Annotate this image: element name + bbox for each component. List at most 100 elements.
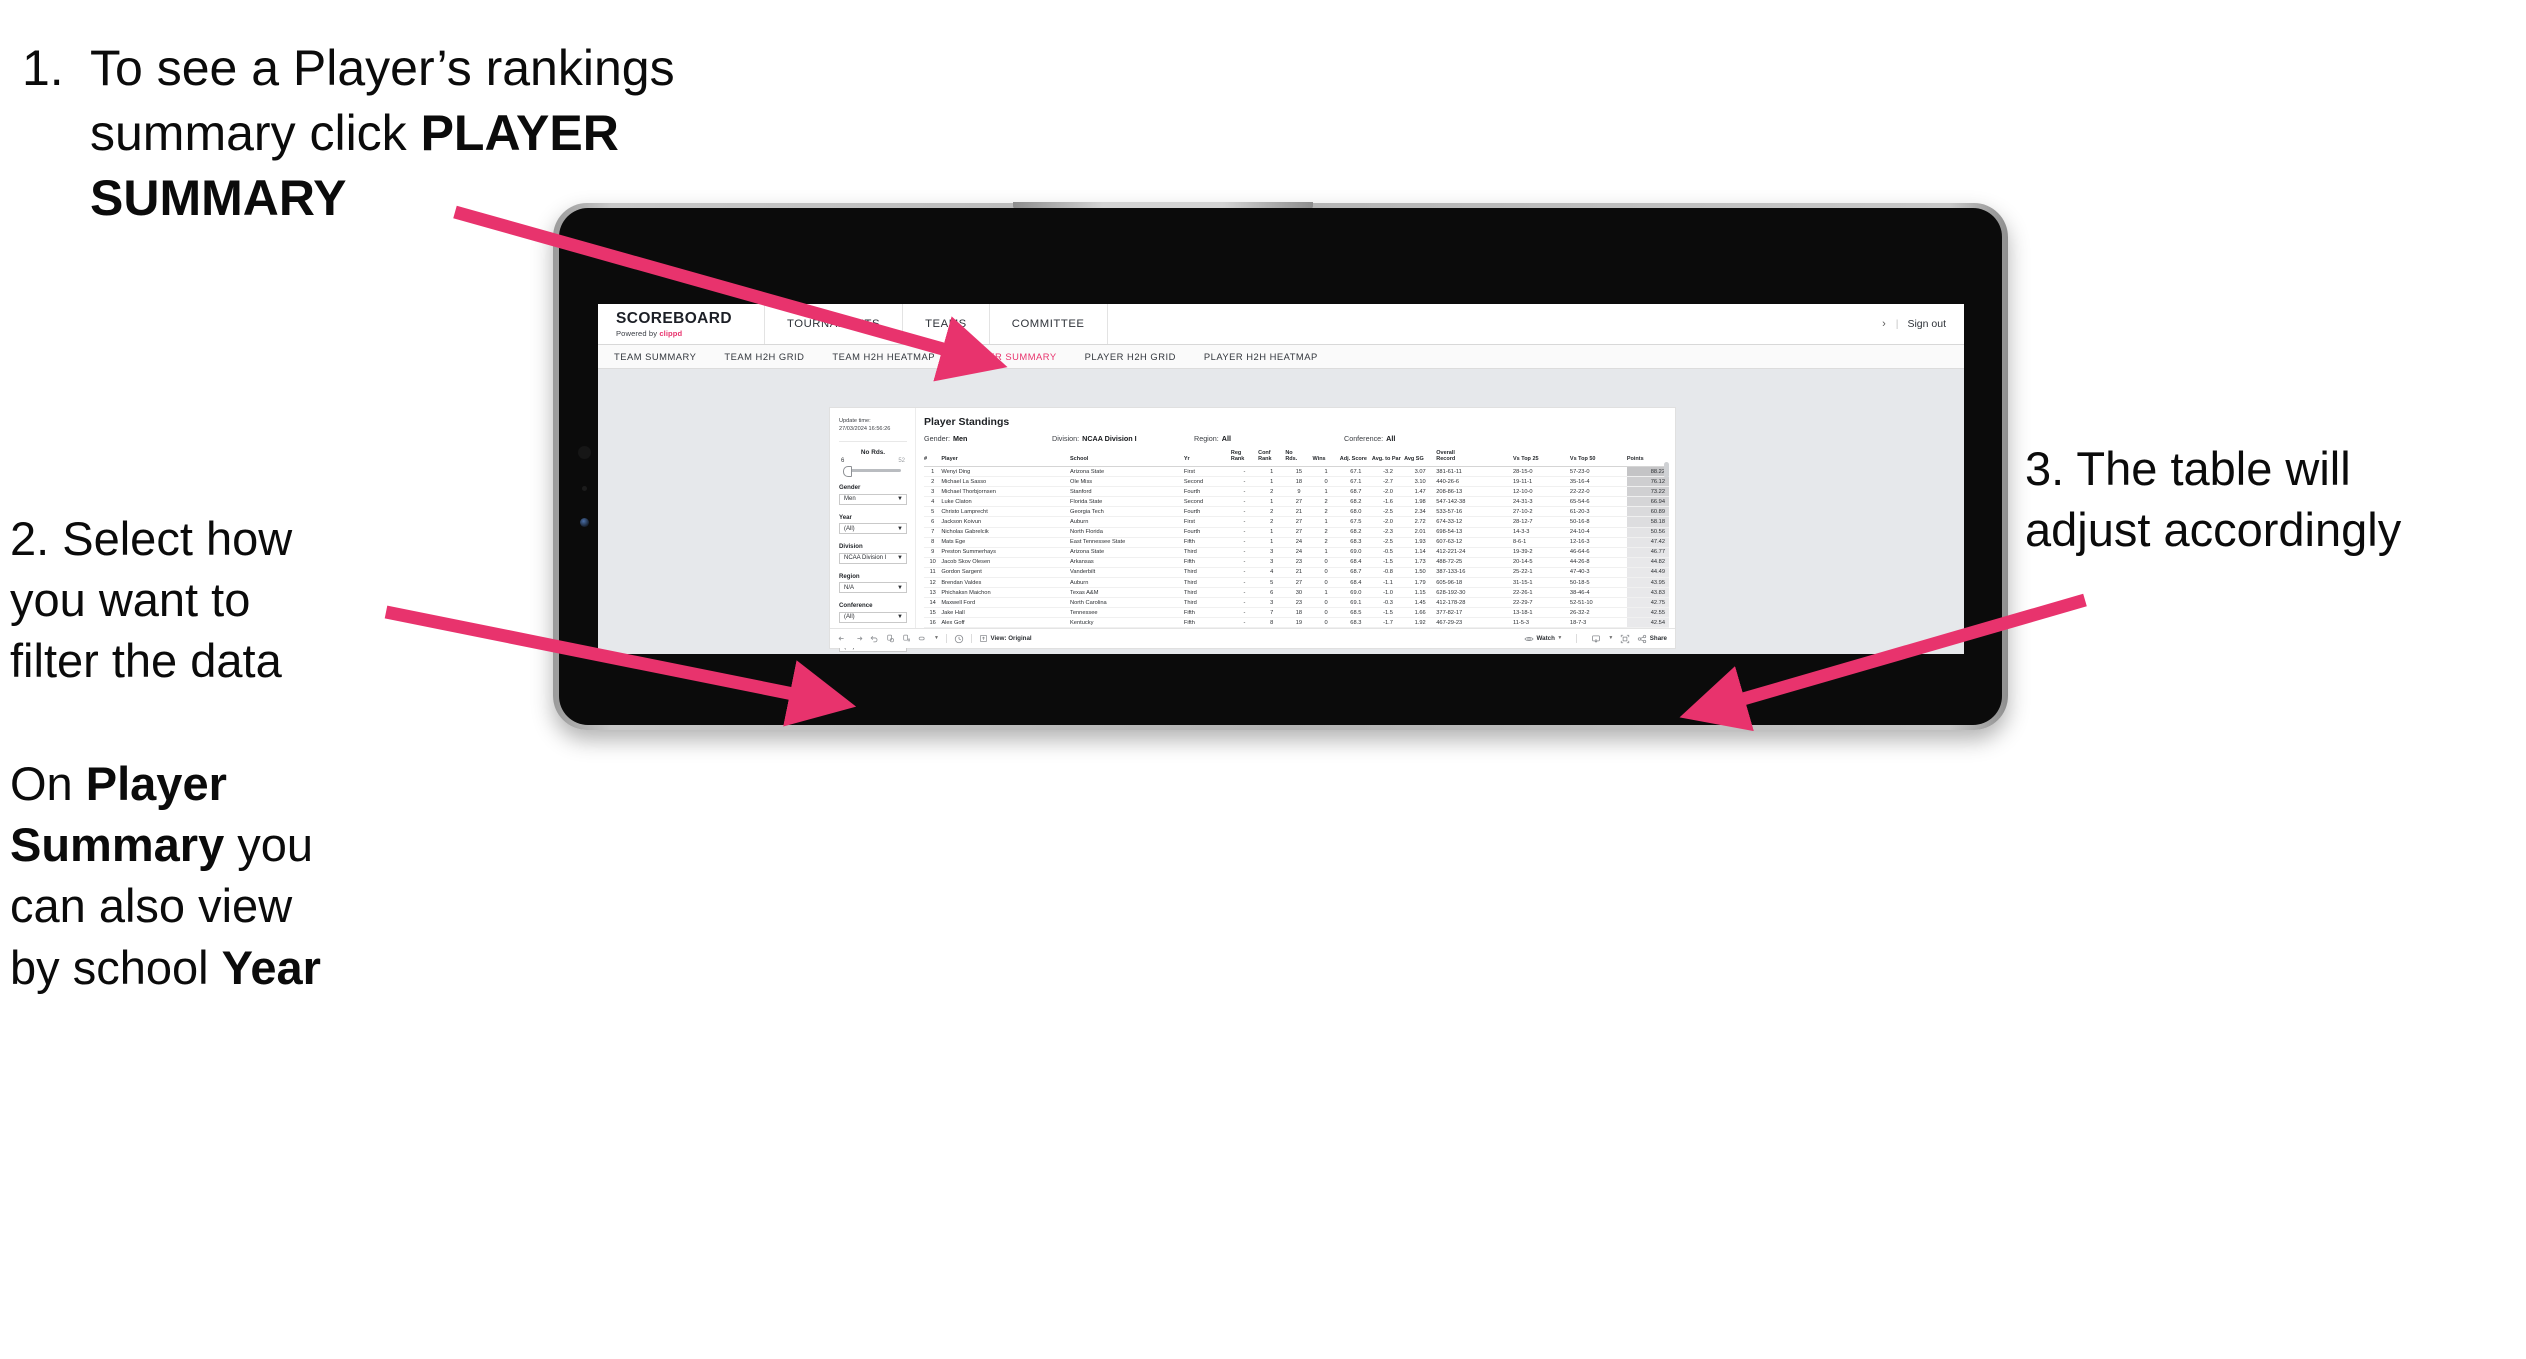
column-header-avg-to-par[interactable]: Avg. to Par	[1371, 450, 1405, 467]
column-header-conf-rank[interactable]: Conf Rank	[1258, 450, 1286, 467]
table-row[interactable]: 5 Christo Lamprecht Georgia Tech Fourth -2 21…	[924, 506, 1669, 518]
cell-stat: -1.7	[1371, 617, 1405, 628]
column-header-no-rds[interactable]: No Rds.	[1285, 450, 1313, 467]
slider-track[interactable]	[839, 465, 907, 477]
table-row[interactable]: 12 Brendan Valdes Auburn Third -5 27 0 68.4 -1.1…	[924, 577, 1669, 589]
view-original-button[interactable]: View: Original	[979, 634, 1032, 643]
table-row[interactable]: 15 Jake Hall Tennessee Fifth -7 18 0 68.5 -1.5 1.…	[924, 607, 1669, 619]
refresh-data-icon[interactable]	[886, 634, 895, 643]
column-header-yr[interactable]: Yr	[1183, 450, 1231, 467]
fullscreen-icon[interactable]	[1620, 634, 1630, 644]
cell-stat: -	[1230, 496, 1259, 508]
filter-region-select[interactable]: N/A ▼	[839, 582, 907, 594]
tab-team-h2h-heatmap[interactable]: TEAM H2H HEATMAP	[832, 351, 951, 362]
cell-stat: 6	[1258, 587, 1286, 599]
tablet-frame: SCOREBOARD Powered by clippd TOURNAMENTS…	[553, 202, 2008, 730]
table-row[interactable]: 16 Alex Goff Kentucky Fifth -8 19 0 68.3 -1.7 1.9…	[924, 617, 1669, 628]
filter-conference-select[interactable]: (All) ▼	[839, 611, 907, 623]
table-row[interactable]: 7 Nicholas Gabrelcik North Florida Fourth -1…	[924, 527, 1669, 538]
column-header-avg-sg[interactable]: Avg SG	[1404, 450, 1437, 467]
brand-logo[interactable]: SCOREBOARD Powered by clippd	[598, 304, 765, 344]
redo-icon[interactable]	[854, 634, 863, 643]
table-row[interactable]: 2 Michael La Sasso Ole Miss Second -1 18 0 67.1…	[924, 476, 1669, 488]
download-icon[interactable]	[1591, 634, 1601, 644]
cell-stat: 13-18-1	[1512, 607, 1570, 619]
cell-stat: 1	[1258, 476, 1286, 488]
table-row[interactable]: 11 Gordon Sargent Vanderbilt Third -4 21 0 68.7…	[924, 567, 1669, 579]
filter-year-select[interactable]: (All) ▼	[839, 523, 907, 535]
column-header-school[interactable]: School	[1070, 450, 1184, 467]
tab-team-h2h-grid[interactable]: TEAM H2H GRID	[724, 351, 820, 362]
highlight-icon[interactable]	[918, 634, 927, 643]
column-header-vs-top-25[interactable]: Vs Top 25	[1512, 450, 1570, 467]
filter-gender-select[interactable]: Men ▼	[839, 493, 907, 505]
cell-stat: 9	[1285, 486, 1313, 498]
user-menu-icon[interactable]: ›	[1882, 318, 1887, 330]
cell-stat: 21	[1285, 506, 1313, 518]
cell-stat: 35-16-4	[1569, 476, 1627, 488]
column-header-overall-record[interactable]: Overall Record	[1436, 450, 1513, 467]
cell-stat: 3.10	[1404, 476, 1437, 488]
clock-history-icon[interactable]	[954, 634, 964, 644]
cell-player: Christo Lamprecht	[941, 506, 1071, 518]
context-gender-label: Gender:	[924, 434, 950, 443]
chevron-down-icon[interactable]: ▼	[1608, 636, 1613, 641]
table-row[interactable]: 13 Phichaksn Maichon Texas A&M Third -6 30 1 69…	[924, 587, 1669, 599]
column-header-points[interactable]: Points	[1626, 450, 1669, 467]
annotation-2-p2-line4: by school Year	[10, 937, 410, 998]
table-row[interactable]: 10 Jacob Skov Olesen Arkansas Fifth -3 23 0 68.…	[924, 557, 1669, 568]
table-row[interactable]: 1 Wenyi Ding Arizona State First -1 15 1 67.1 -3…	[924, 466, 1669, 478]
tab-team-summary[interactable]: TEAM SUMMARY	[614, 351, 712, 362]
revert-icon[interactable]	[870, 634, 879, 643]
cell-rank: 11	[924, 567, 942, 579]
cell-stat: 412-178-28	[1436, 597, 1513, 609]
tab-player-h2h-grid[interactable]: PLAYER H2H GRID	[1085, 351, 1192, 362]
cell-stat: 377-82-17	[1436, 607, 1513, 619]
annotation-2-p2-line2: Summary you	[10, 814, 410, 875]
slider-handle[interactable]	[843, 466, 852, 477]
chevron-down-icon: ▼	[897, 525, 903, 532]
column-header-vs-top-50[interactable]: Vs Top 50	[1569, 450, 1627, 467]
cell-points: 44.82	[1626, 557, 1669, 568]
watch-label: Watch	[1536, 635, 1555, 642]
table-row[interactable]: 3 Michael Thorbjornsen Stanford Fourth -2 9 1 6…	[924, 486, 1669, 498]
watch-button[interactable]: Watch ▼	[1524, 634, 1562, 644]
table-row[interactable]: 14 Maxwell Ford North Carolina Third -3 23 0 69…	[924, 597, 1669, 609]
cell-stat: 68.7	[1339, 486, 1372, 498]
context-region: Region: All	[1194, 434, 1344, 443]
table-row[interactable]: 9 Preston Summerhays Arizona State Third -3 2…	[924, 547, 1669, 558]
sign-out-link[interactable]: Sign out	[1907, 318, 1946, 330]
table-row[interactable]: 6 Jackson Koivun Auburn First -2 27 1 67.5 -2.0 2…	[924, 516, 1669, 528]
nav-tournaments[interactable]: TOURNAMENTS	[765, 304, 904, 344]
cell-rank: 3	[924, 486, 942, 498]
pause-data-icon[interactable]	[902, 634, 911, 643]
cell-stat: -2.0	[1371, 516, 1405, 528]
filter-gender-value: Men	[844, 496, 856, 503]
cell-stat: 488-72-25	[1436, 557, 1513, 568]
column-header-wins[interactable]: Wins	[1312, 450, 1340, 467]
nav-committee[interactable]: COMMITTEE	[990, 304, 1108, 344]
cell-stat: 0	[1312, 476, 1340, 488]
chevron-down-icon[interactable]: ▼	[934, 636, 939, 641]
nav-teams[interactable]: TEAMS	[903, 304, 990, 344]
filter-conference-label: Conference	[839, 602, 873, 610]
share-button[interactable]: Share	[1637, 634, 1667, 644]
cell-stat: 68.2	[1339, 496, 1372, 508]
cell-stat: -0.5	[1371, 547, 1405, 558]
column-header-reg-rank[interactable]: Reg Rank	[1230, 450, 1259, 467]
column-header-[interactable]: #	[924, 450, 942, 467]
cell-stat: 2	[1258, 506, 1286, 518]
tab-player-summary[interactable]: PLAYER SUMMARY	[963, 351, 1073, 362]
table-row[interactable]: 4 Luke Claton Florida State Second -1 27 2 68.2…	[924, 496, 1669, 508]
tab-player-h2h-heatmap[interactable]: PLAYER H2H HEATMAP	[1204, 351, 1334, 362]
undo-icon[interactable]	[838, 634, 847, 643]
cell-stat: -	[1230, 537, 1259, 548]
column-header-adj-score[interactable]: Adj. Score	[1339, 450, 1372, 467]
filter-division-select[interactable]: NCAA Division I ▼	[839, 552, 907, 564]
cell-stat: Fifth	[1183, 557, 1231, 568]
table-scrollbar[interactable]	[1664, 462, 1669, 478]
table-row[interactable]: 8 Mats Ege East Tennessee State Fifth -1 24 2 6…	[924, 537, 1669, 548]
cell-stat: 1.50	[1404, 567, 1437, 579]
cell-stat: 0	[1312, 607, 1340, 619]
column-header-player[interactable]: Player	[941, 450, 1071, 467]
